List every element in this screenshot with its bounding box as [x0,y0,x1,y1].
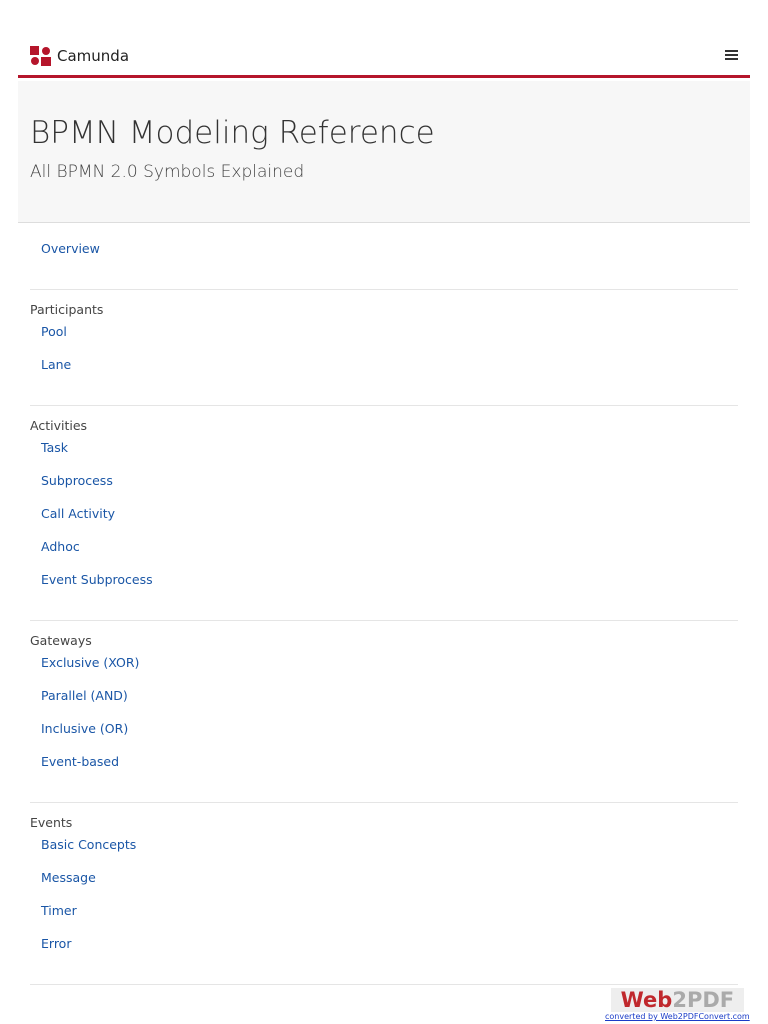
nav-section-heading: Participants [30,302,104,317]
nav-link[interactable]: Event Subprocess [30,571,738,604]
nav-link[interactable]: Call Activity [30,505,738,538]
top-navbar: Camunda [18,38,750,78]
watermark-link[interactable]: converted by Web2PDFConvert.com [605,1012,750,1021]
nav-link[interactable]: Pool [30,323,738,356]
camunda-logo-icon [30,46,52,66]
brand-name: Camunda [57,47,130,65]
nav-link[interactable]: Inclusive (OR) [30,720,738,753]
nav-section: Participants Pool Lane [30,290,738,406]
nav-link[interactable]: Event-based [30,753,738,786]
nav-section-heading: Gateways [30,633,92,648]
nav-section-heading: Events [30,815,73,830]
camunda-logo[interactable]: Camunda [30,46,129,66]
nav-link[interactable]: Overview [30,240,738,273]
web2pdf-watermark[interactable]: Web2PDF converted by Web2PDFConvert.com [605,988,750,1021]
nav-link[interactable]: Parallel (AND) [30,687,738,720]
nav-section: Events Basic Concepts Message Timer Error [30,803,738,985]
nav-link[interactable]: Lane [30,356,738,389]
nav-link[interactable]: Error [30,935,738,968]
nav-section: Overview [30,240,738,290]
nav-link[interactable]: Subprocess [30,472,738,505]
nav-link[interactable]: Task [30,439,738,472]
reference-nav: Overview Participants Pool Lane Activities Ta… [30,240,738,985]
nav-link[interactable]: Basic Concepts [30,836,738,869]
watermark-logo-b: 2PDF [672,988,735,1012]
page-header: BPMN Modeling Reference All BPMN 2.0 Sym… [18,81,750,223]
nav-link[interactable]: Message [30,869,738,902]
page-title: BPMN Modeling Reference [30,115,435,151]
watermark-logo-a: Web [620,988,673,1012]
nav-section: Activities Task Subprocess Call Activity Adh… [30,406,738,621]
page-subtitle: All BPMN 2.0 Symbols Explained [30,162,305,182]
hamburger-icon[interactable] [725,50,738,62]
nav-link[interactable]: Timer [30,902,738,935]
nav-link[interactable]: Adhoc [30,538,738,571]
nav-section-heading: Activities [30,418,88,433]
nav-link[interactable]: Exclusive (XOR) [30,654,738,687]
nav-section: Gateways Exclusive (XOR) Parallel (AND) Inc… [30,621,738,803]
